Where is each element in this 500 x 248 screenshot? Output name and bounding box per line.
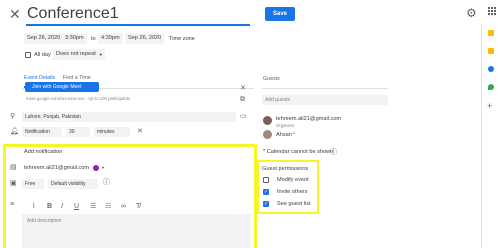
location-input[interactable]: Lahore, Punjab, Pakistan [22, 112, 236, 122]
notification-unit-dropdown[interactable]: minutes [94, 127, 130, 137]
repeat-value: Does not repeat [56, 51, 96, 57]
bell-icon: 🔔︎ [10, 128, 19, 135]
to-label: to [91, 36, 96, 42]
guests-divider [262, 88, 388, 89]
remove-format-icon[interactable]: T̸ [136, 203, 140, 211]
modify-event-label: Modify event [277, 177, 309, 183]
invite-others-label: Invite others [277, 189, 308, 195]
bulleted-list-icon[interactable]: ☷ [105, 203, 111, 211]
guest-name: Ahsan [276, 132, 292, 138]
calendar-note: * Calendar cannot be shown [263, 149, 334, 155]
join-meet-button[interactable]: Join with Google Meet [25, 82, 99, 92]
notification-amount-input[interactable]: 30 [66, 127, 90, 137]
end-date-field[interactable]: Sep 26, 2020 [125, 33, 165, 44]
guest-marker: • [293, 131, 295, 137]
see-guest-list-checkbox[interactable]: ✓ [263, 201, 269, 207]
copy-icon[interactable]: ⧉ [240, 96, 245, 104]
start-time-field[interactable]: 3:30pm [62, 33, 87, 44]
close-icon[interactable]: ✕ [9, 7, 23, 21]
apps-grid-icon[interactable] [488, 7, 496, 15]
briefcase-icon: ▣ [10, 180, 17, 187]
visibility-dropdown[interactable]: Default visibility [48, 179, 98, 189]
chevron-down-icon[interactable]: ▼ [101, 165, 105, 170]
notification-type-dropdown[interactable]: Notification [22, 127, 62, 137]
meet-info: meet.google.com/xxx-xxxx-xxx · Up to 100… [26, 96, 131, 101]
maps-icon[interactable] [488, 84, 494, 90]
attachment-icon[interactable]: ⌇ [32, 203, 35, 211]
chevron-down-icon: ▼ [98, 52, 103, 57]
numbered-list-icon[interactable]: ☰ [90, 203, 96, 211]
calendar-icon: ▤ [10, 164, 17, 171]
gear-icon[interactable]: ⚙ [466, 6, 477, 20]
bold-icon[interactable]: B [47, 203, 52, 211]
underline-icon[interactable]: U [74, 203, 79, 211]
permissions-title: Guest permissions [262, 166, 309, 172]
guest-role: Organizer [276, 123, 295, 128]
location-pin-icon: ⚲ [10, 113, 16, 120]
see-guest-list-label: See guest list [277, 201, 311, 207]
allday-label: All day [34, 52, 51, 58]
link-icon[interactable]: ∞ [121, 203, 126, 211]
map-icon[interactable]: ▭ [240, 113, 247, 121]
invite-others-checkbox[interactable]: ✓ [263, 189, 269, 195]
italic-icon[interactable]: I [61, 203, 63, 211]
description-placeholder: Add description [27, 218, 62, 224]
help-icon[interactable]: ⓘ [330, 147, 337, 157]
repeat-dropdown[interactable]: Does not repeat ▼ [53, 49, 105, 60]
save-button[interactable]: Save [265, 7, 295, 21]
add-guests-input[interactable]: Add guests [262, 95, 388, 105]
close-icon[interactable]: ✕ [240, 85, 246, 93]
modify-event-checkbox[interactable] [263, 177, 269, 183]
description-icon: ≡ [10, 201, 15, 208]
tab-event-details[interactable]: Event Details [24, 75, 55, 81]
calendar-icon[interactable] [488, 30, 494, 36]
avatar [263, 130, 272, 139]
busy-dropdown[interactable]: Free [22, 179, 44, 189]
end-time-field[interactable]: 4:30pm [98, 33, 123, 44]
help-icon[interactable]: ⓘ [103, 179, 110, 187]
tasks-icon[interactable] [488, 66, 494, 72]
event-title-input[interactable] [26, 4, 250, 26]
close-icon[interactable]: ✕ [137, 128, 143, 136]
allday-checkbox[interactable] [25, 52, 31, 58]
timezone-link[interactable]: Time zone [169, 36, 195, 42]
avatar [263, 116, 272, 125]
calendar-owner[interactable]: tehreem.ali21@gmail.com [24, 165, 89, 171]
tab-find-a-time[interactable]: Find a Time [63, 75, 91, 81]
guests-heading: Guests [263, 76, 280, 82]
add-icon[interactable]: + [487, 101, 492, 111]
guest-name: tehreem.ali21@gmail.com [276, 116, 342, 122]
calendar-color-dot[interactable] [93, 165, 99, 171]
start-date-field[interactable]: Sep 26, 2020 [24, 33, 64, 44]
keep-icon[interactable] [488, 48, 494, 54]
side-panel-border [481, 24, 482, 248]
add-notification-link[interactable]: Add notification [24, 149, 62, 155]
